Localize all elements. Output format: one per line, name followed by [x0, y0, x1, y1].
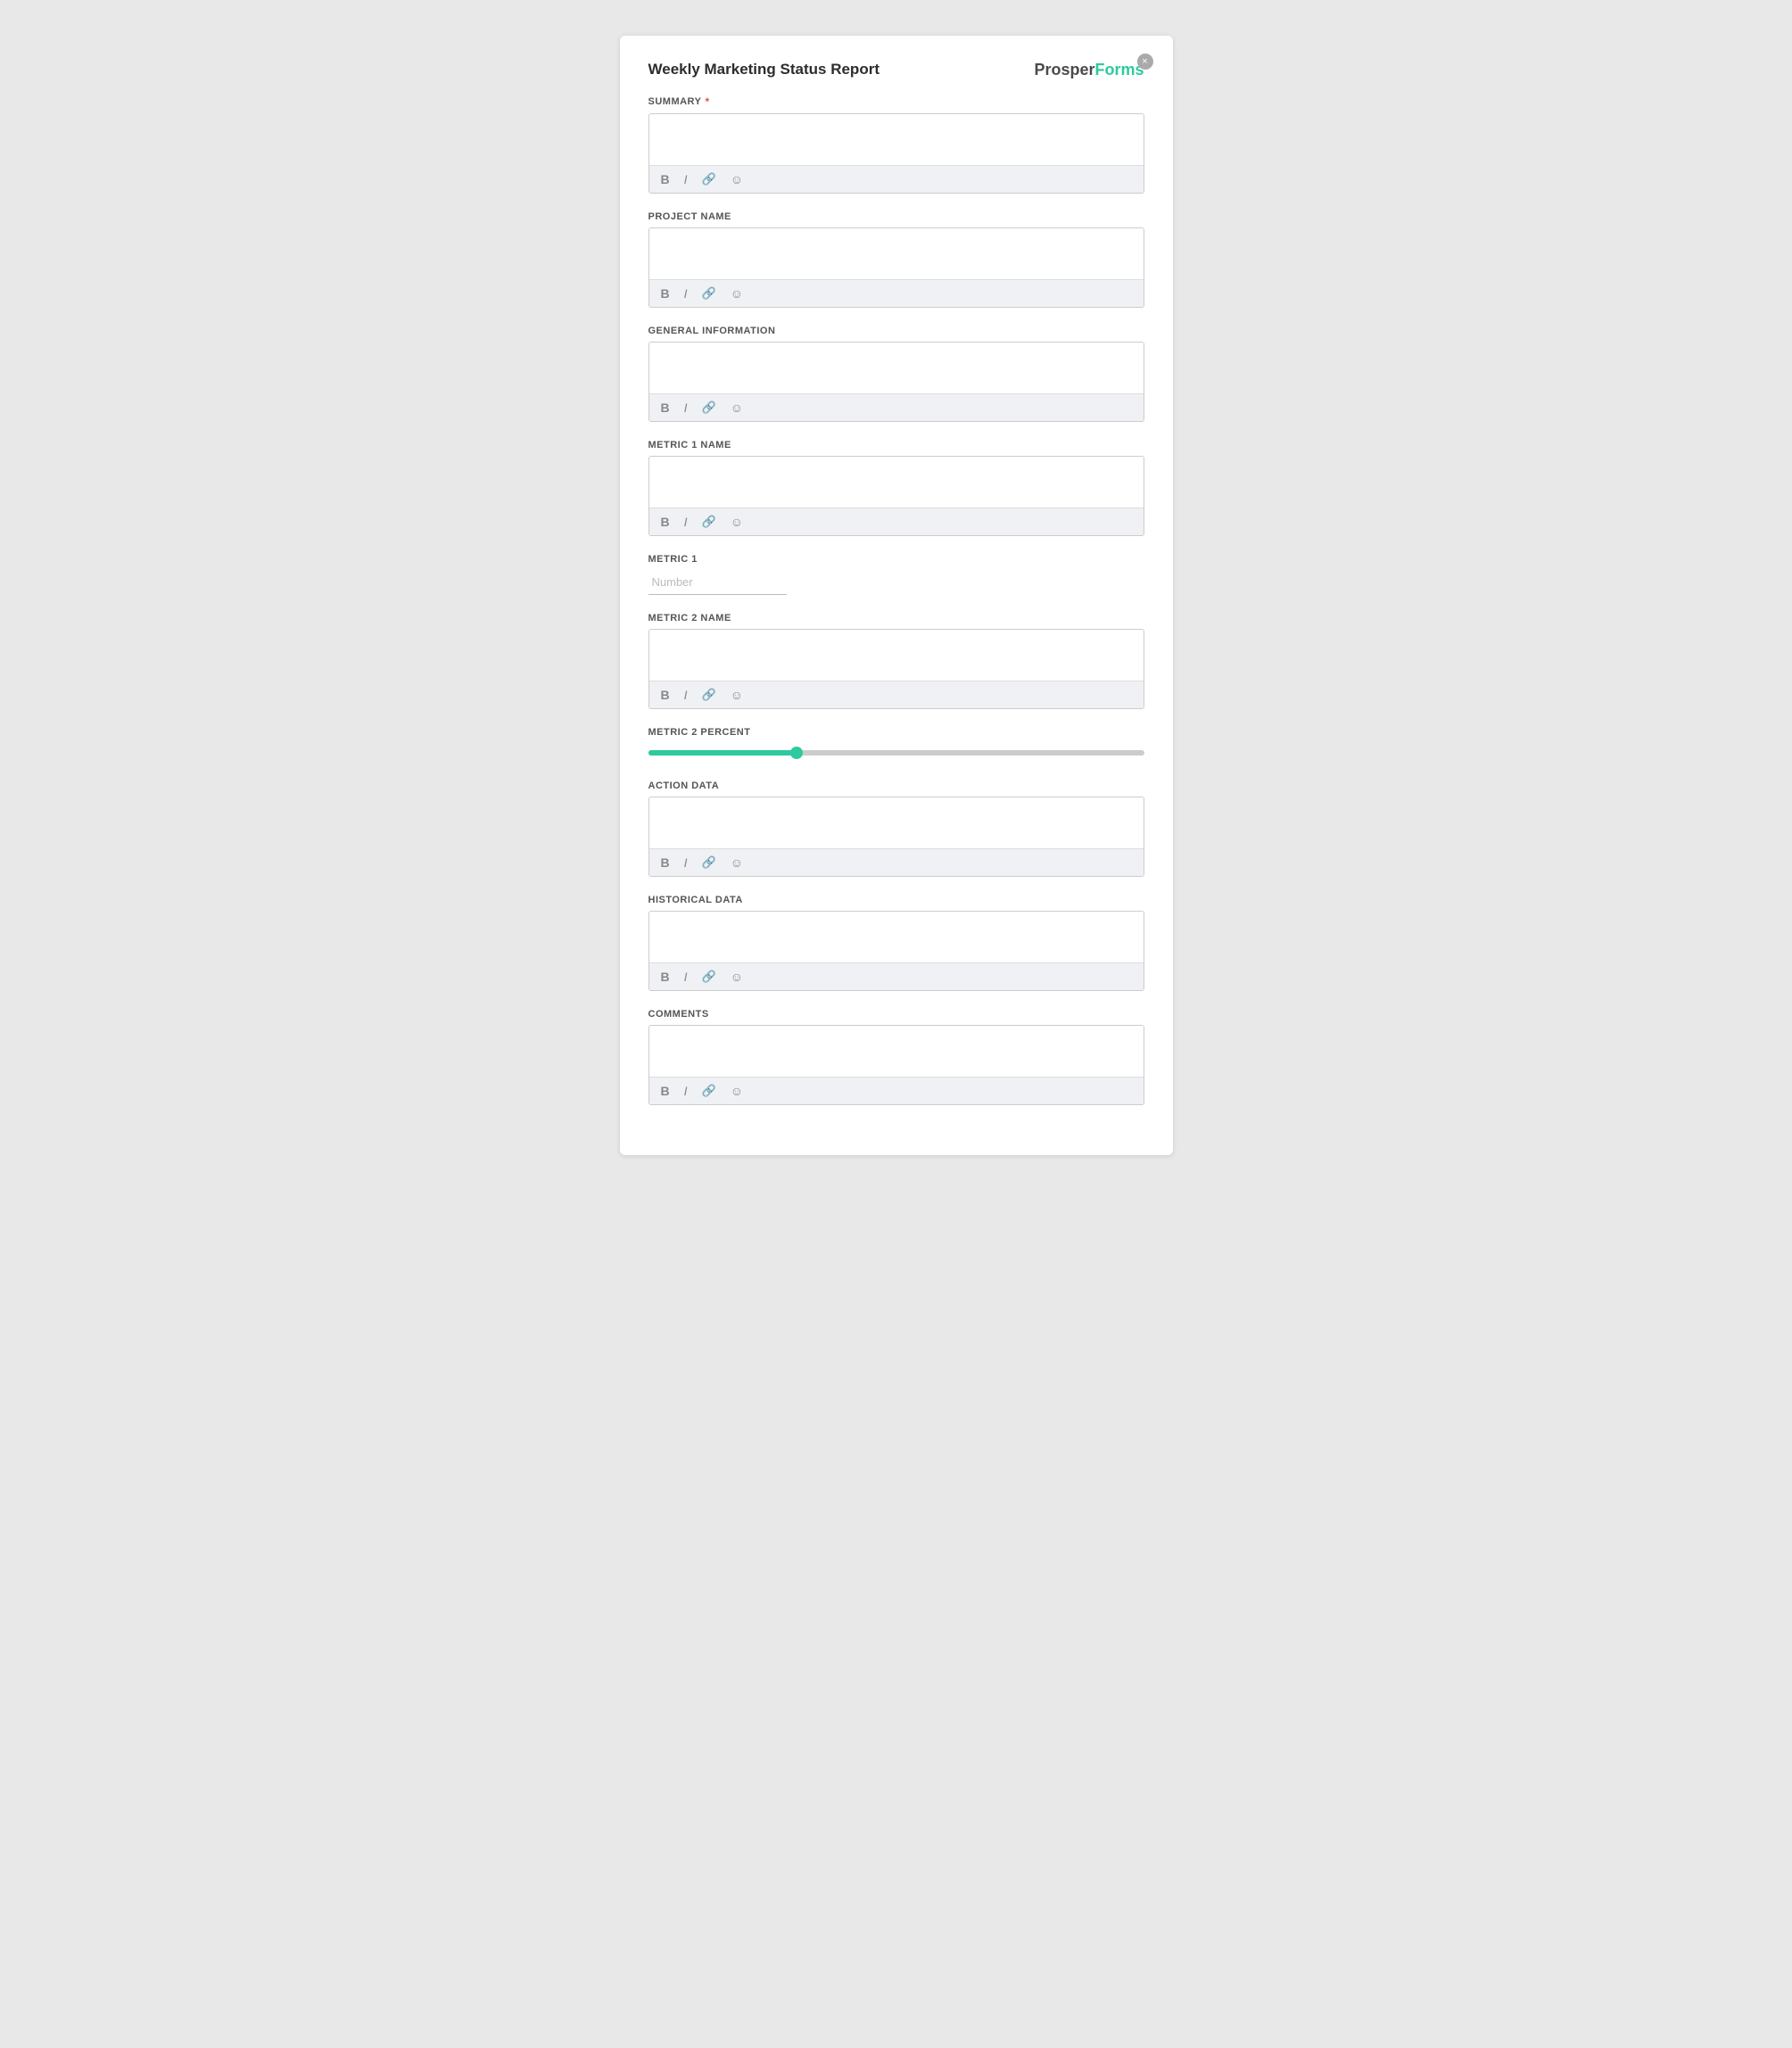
historical-data-input[interactable] [649, 912, 1144, 958]
metric2-name-link-button[interactable]: 🔗 [699, 686, 719, 704]
project-name-link-button[interactable]: 🔗 [699, 285, 719, 302]
form-container: Weekly Marketing Status Report Prosper F… [620, 36, 1173, 1155]
historical-data-italic-button[interactable]: I [681, 968, 690, 986]
general-info-input[interactable] [649, 343, 1144, 389]
required-asterisk: * [705, 95, 709, 108]
summary-bold-button[interactable]: B [658, 170, 673, 188]
action-data-emoji-button[interactable]: ☺ [728, 854, 746, 871]
metric1-name-emoji-button[interactable]: ☺ [728, 513, 746, 531]
metric1-name-italic-button[interactable]: I [681, 513, 690, 531]
historical-data-field-group: HISTORICAL DATA B I 🔗 ☺ [648, 895, 1144, 991]
brand-prosper: Prosper [1034, 61, 1094, 79]
summary-emoji-button[interactable]: ☺ [728, 170, 746, 188]
action-data-italic-button[interactable]: I [681, 854, 690, 871]
project-name-input[interactable] [649, 228, 1144, 275]
historical-data-label: HISTORICAL DATA [648, 895, 1144, 905]
project-name-field-group: PROJECT NAME B I 🔗 ☺ [648, 211, 1144, 308]
project-name-editor: B I 🔗 ☺ [648, 227, 1144, 308]
metric2-percent-field-group: METRIC 2 PERCENT [648, 727, 1144, 763]
comments-editor: B I 🔗 ☺ [648, 1025, 1144, 1105]
comments-toolbar: B I 🔗 ☺ [649, 1077, 1144, 1104]
metric2-percent-slider-container [648, 743, 1144, 763]
project-name-italic-button[interactable]: I [681, 285, 690, 302]
historical-data-bold-button[interactable]: B [658, 968, 673, 986]
project-name-bold-button[interactable]: B [658, 285, 673, 302]
metric1-name-editor: B I 🔗 ☺ [648, 456, 1144, 536]
action-data-input[interactable] [649, 797, 1144, 844]
summary-label: SUMMARY * [648, 95, 1144, 108]
metric1-name-input[interactable] [649, 457, 1144, 503]
metric2-name-toolbar: B I 🔗 ☺ [649, 681, 1144, 708]
metric2-name-emoji-button[interactable]: ☺ [728, 686, 746, 704]
action-data-field-group: ACTION DATA B I 🔗 ☺ [648, 780, 1144, 877]
metric1-name-link-button[interactable]: 🔗 [699, 513, 719, 531]
metric2-name-bold-button[interactable]: B [658, 686, 673, 704]
summary-editor: B I 🔗 ☺ [648, 113, 1144, 194]
comments-link-button[interactable]: 🔗 [699, 1082, 719, 1100]
general-info-field-group: GENERAL INFORMATION B I 🔗 ☺ [648, 326, 1144, 422]
general-info-label: GENERAL INFORMATION [648, 326, 1144, 336]
action-data-link-button[interactable]: 🔗 [699, 854, 719, 871]
historical-data-toolbar: B I 🔗 ☺ [649, 962, 1144, 990]
metric2-percent-label: METRIC 2 PERCENT [648, 727, 1144, 738]
general-info-editor: B I 🔗 ☺ [648, 342, 1144, 422]
metric2-name-editor: B I 🔗 ☺ [648, 629, 1144, 709]
general-info-toolbar: B I 🔗 ☺ [649, 393, 1144, 421]
general-info-emoji-button[interactable]: ☺ [728, 399, 746, 417]
summary-link-button[interactable]: 🔗 [699, 170, 719, 188]
brand-logo: Prosper Forms × [1034, 61, 1144, 79]
form-title: Weekly Marketing Status Report [648, 61, 879, 78]
metric1-name-toolbar: B I 🔗 ☺ [649, 508, 1144, 535]
general-info-italic-button[interactable]: I [681, 399, 690, 417]
metric2-name-field-group: METRIC 2 NAME B I 🔗 ☺ [648, 613, 1144, 709]
comments-italic-button[interactable]: I [681, 1082, 690, 1100]
comments-field-group: COMMENTS B I 🔗 ☺ [648, 1009, 1144, 1105]
metric1-number-wrapper [648, 570, 1144, 595]
action-data-toolbar: B I 🔗 ☺ [649, 848, 1144, 876]
close-button[interactable]: × [1137, 54, 1153, 70]
form-header: Weekly Marketing Status Report Prosper F… [648, 61, 1144, 79]
general-info-bold-button[interactable]: B [658, 399, 673, 417]
action-data-label: ACTION DATA [648, 780, 1144, 791]
comments-emoji-button[interactable]: ☺ [728, 1082, 746, 1100]
summary-toolbar: B I 🔗 ☺ [649, 165, 1144, 193]
metric1-field-group: METRIC 1 [648, 554, 1144, 595]
historical-data-link-button[interactable]: 🔗 [699, 968, 719, 986]
metric2-name-label: METRIC 2 NAME [648, 613, 1144, 623]
metric1-name-field-group: METRIC 1 NAME B I 🔗 ☺ [648, 440, 1144, 536]
comments-label: COMMENTS [648, 1009, 1144, 1020]
slider-track [648, 750, 1144, 756]
metric2-name-input[interactable] [649, 630, 1144, 676]
metric1-label: METRIC 1 [648, 554, 1144, 565]
general-info-link-button[interactable]: 🔗 [699, 399, 719, 417]
action-data-bold-button[interactable]: B [658, 854, 673, 871]
project-name-toolbar: B I 🔗 ☺ [649, 279, 1144, 307]
historical-data-emoji-button[interactable]: ☺ [728, 968, 746, 986]
metric1-number-input[interactable] [648, 570, 787, 595]
comments-bold-button[interactable]: B [658, 1082, 673, 1100]
summary-italic-button[interactable]: I [681, 170, 690, 188]
project-name-emoji-button[interactable]: ☺ [728, 285, 746, 302]
metric2-name-italic-button[interactable]: I [681, 686, 690, 704]
project-name-label: PROJECT NAME [648, 211, 1144, 222]
comments-input[interactable] [649, 1026, 1144, 1072]
metric1-name-bold-button[interactable]: B [658, 513, 673, 531]
metric1-name-label: METRIC 1 NAME [648, 440, 1144, 450]
historical-data-editor: B I 🔗 ☺ [648, 911, 1144, 991]
summary-input[interactable] [649, 114, 1144, 161]
summary-field-group: SUMMARY * B I 🔗 ☺ [648, 95, 1144, 194]
action-data-editor: B I 🔗 ☺ [648, 797, 1144, 877]
brand-forms: Forms [1094, 61, 1144, 79]
